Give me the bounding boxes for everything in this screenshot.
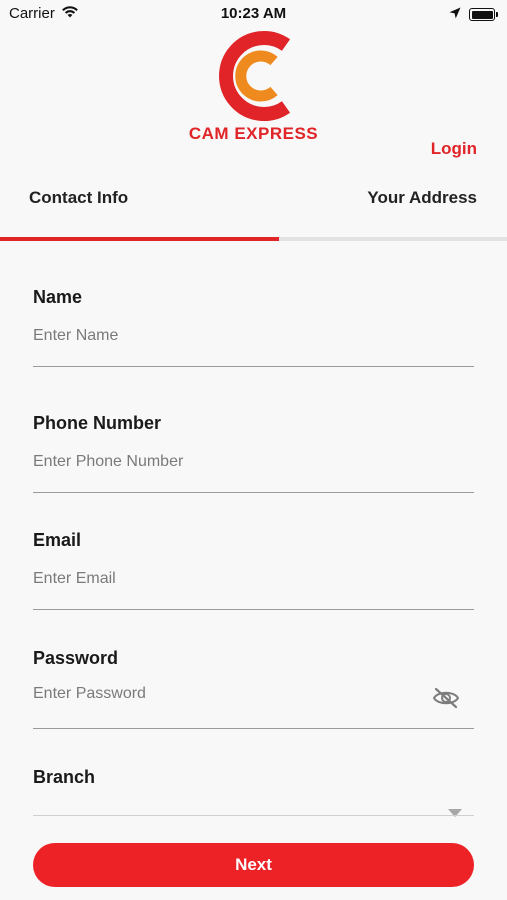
step-progress-fill	[0, 237, 279, 241]
logo-mark	[218, 31, 290, 121]
eye-off-icon[interactable]	[432, 686, 460, 715]
email-label: Email	[33, 530, 82, 550]
status-bar: Carrier 10:23 AM	[0, 0, 507, 28]
branch-label: Branch	[33, 767, 96, 787]
status-right	[449, 6, 498, 23]
phone-input[interactable]	[33, 453, 474, 471]
brand-logo: CAM EXPRESS	[0, 28, 507, 144]
login-link[interactable]: Login	[431, 139, 477, 159]
password-field: Password	[33, 648, 474, 729]
email-input[interactable]	[33, 570, 474, 588]
phone-field: Phone Number	[33, 413, 474, 493]
email-field: Email	[33, 530, 474, 610]
battery-icon	[469, 8, 498, 21]
step-progress-track	[0, 237, 507, 241]
name-underline	[33, 366, 474, 367]
name-label: Name	[33, 287, 83, 307]
email-underline	[33, 609, 474, 610]
phone-label: Phone Number	[33, 413, 162, 433]
phone-underline	[33, 492, 474, 493]
password-input[interactable]	[33, 685, 413, 703]
name-input[interactable]	[33, 327, 474, 345]
name-field: Name	[33, 287, 474, 367]
branch-underline	[33, 815, 474, 816]
caret-down-icon[interactable]	[448, 804, 462, 822]
password-underline	[33, 728, 474, 729]
password-label: Password	[33, 648, 119, 668]
status-time: 10:23 AM	[220, 5, 287, 22]
location-arrow-icon	[449, 6, 461, 23]
battery-fill	[471, 10, 493, 19]
next-button[interactable]: Next	[33, 843, 474, 887]
tab-your-address[interactable]: Your Address	[367, 188, 477, 208]
branch-field: Branch	[33, 767, 474, 818]
tab-contact-info[interactable]: Contact Info	[29, 188, 128, 208]
